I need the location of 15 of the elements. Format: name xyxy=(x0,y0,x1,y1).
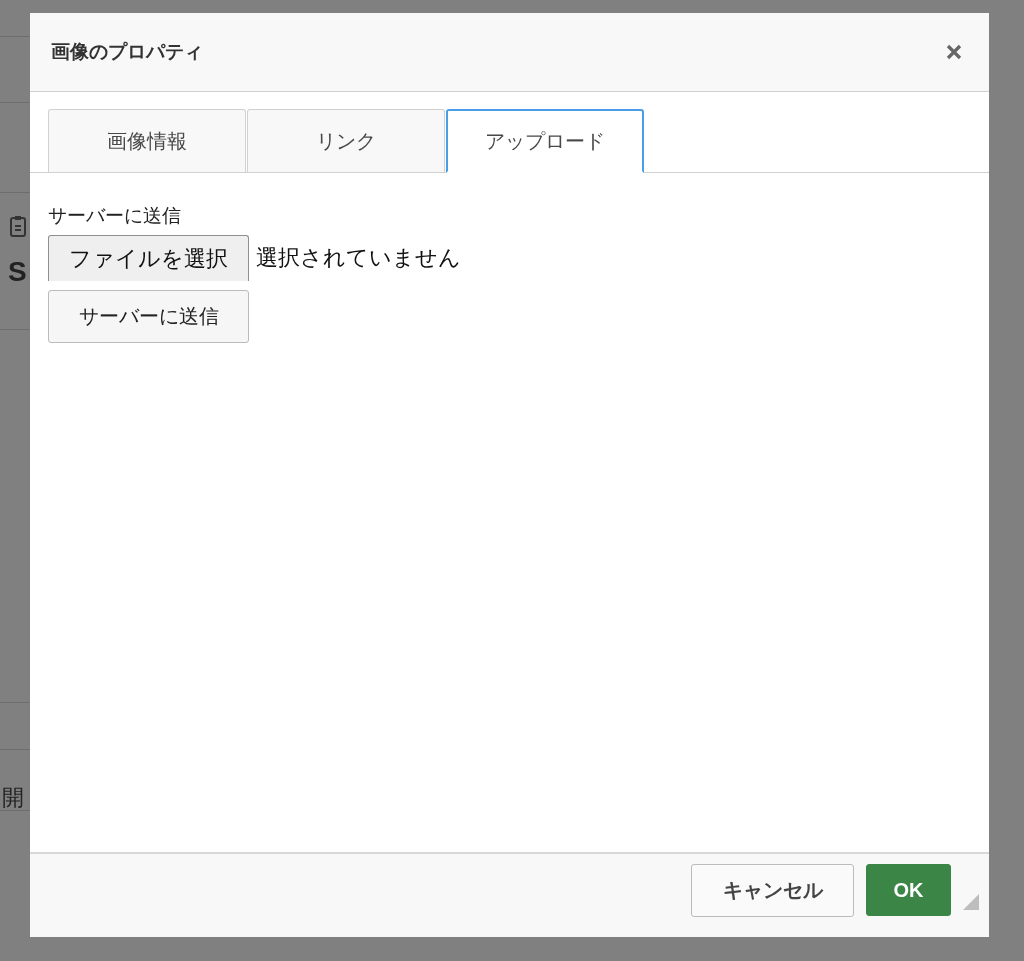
tab[interactable]: リンク xyxy=(247,109,445,172)
ok-button[interactable]: OK xyxy=(866,864,951,916)
cancel-button[interactable]: キャンセル xyxy=(691,864,854,917)
send-to-server-button[interactable]: サーバーに送信 xyxy=(48,290,249,343)
background-text: 開 xyxy=(2,785,24,810)
file-status-text: 選択されていません xyxy=(256,244,461,272)
field-label: サーバーに送信 xyxy=(48,204,181,228)
tab[interactable]: 画像情報 xyxy=(48,109,246,172)
close-icon[interactable] xyxy=(946,44,962,60)
choose-file-button[interactable]: ファイルを選択 xyxy=(48,235,249,281)
clipboard-icon xyxy=(10,215,26,237)
background-text: S xyxy=(8,259,27,285)
dialog-title: 画像のプロパティ xyxy=(51,40,203,64)
tab[interactable]: アップロード xyxy=(446,109,644,173)
resize-handle-icon[interactable] xyxy=(963,894,979,910)
